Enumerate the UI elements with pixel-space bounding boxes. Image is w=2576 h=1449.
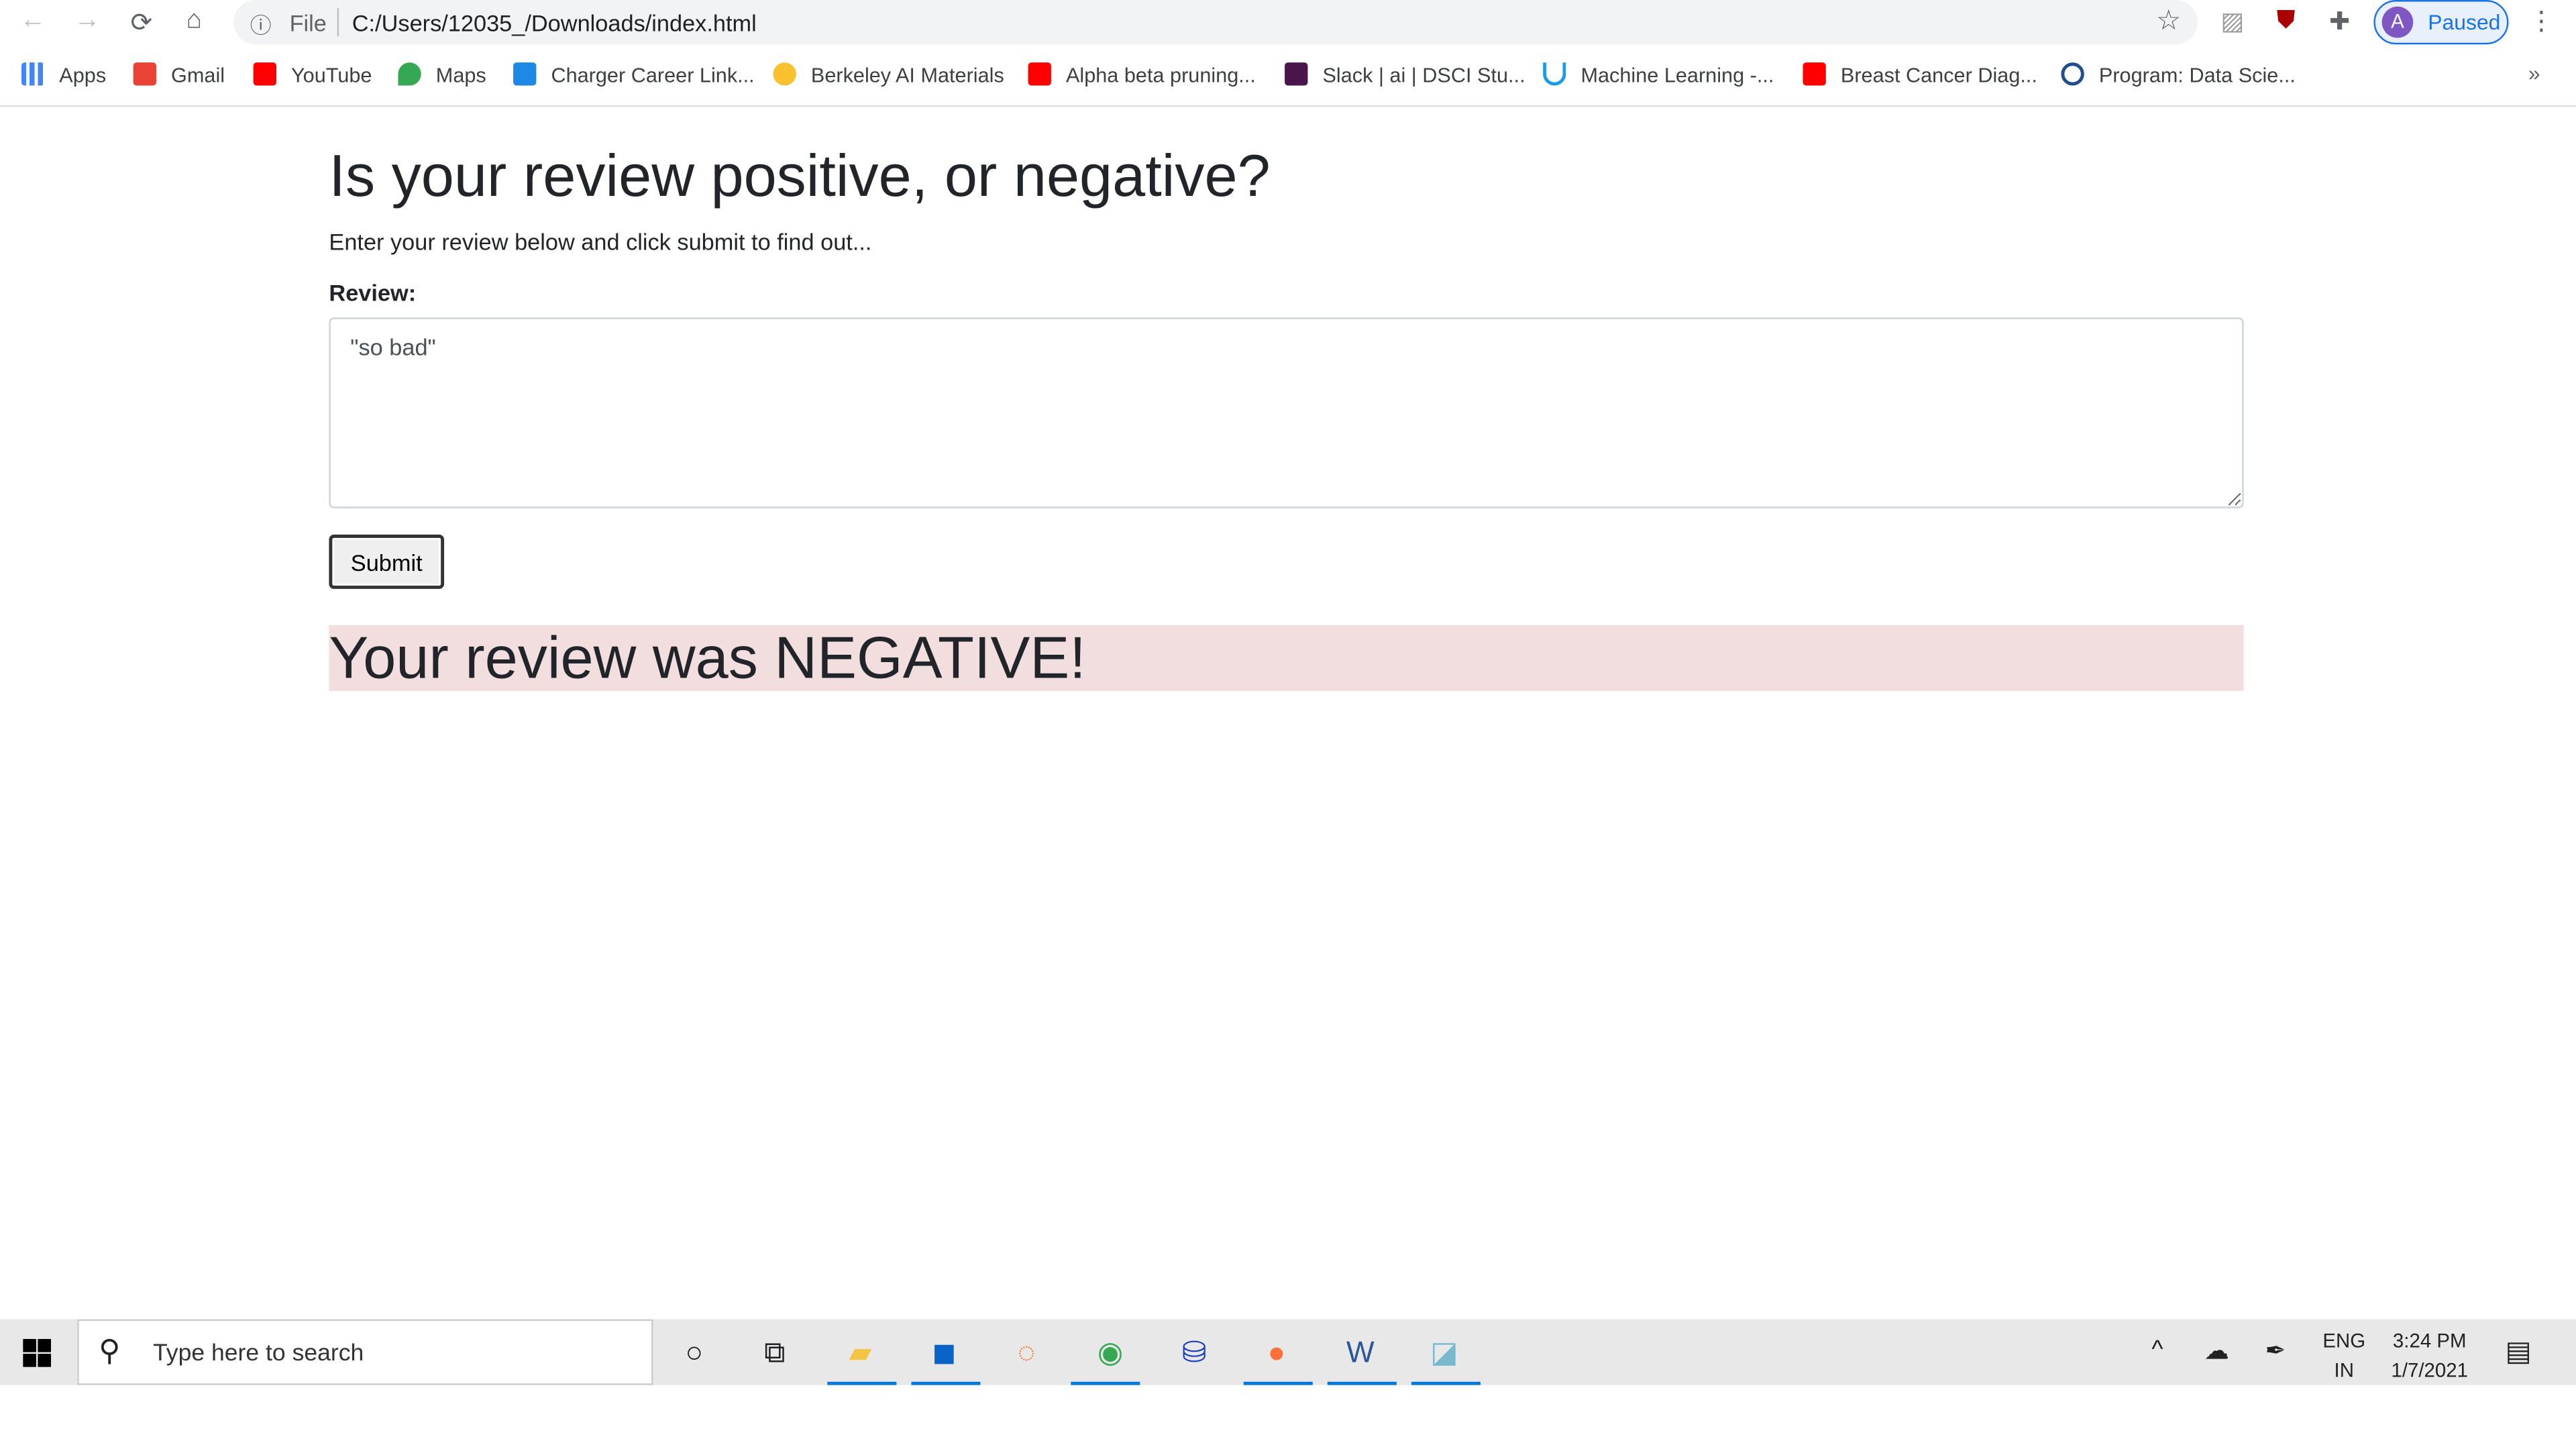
kebab-menu-icon[interactable]: ⋮ — [2528, 5, 2555, 38]
reload-icon[interactable]: ⟳ — [123, 7, 160, 40]
pacman-icon — [773, 62, 796, 86]
result-text: Your review was NEGATIVE! — [329, 623, 1086, 691]
running-indicator — [1327, 1381, 1397, 1385]
jupyter-icon[interactable]: ◌ — [1007, 1332, 1046, 1372]
running-indicator — [911, 1381, 981, 1385]
windows-start-icon[interactable] — [23, 1339, 52, 1367]
bookmark-label: Alpha beta pruning... — [1065, 64, 1256, 87]
network-app-icon[interactable]: ⛁ — [1175, 1332, 1214, 1372]
running-indicator — [1071, 1381, 1140, 1385]
bookmark-label: YouTube — [291, 64, 372, 87]
search-icon: ⚲ — [99, 1334, 121, 1367]
extensions-puzzle-icon[interactable]: ✚ — [2329, 7, 2350, 36]
date: 1/7/2021 — [2391, 1358, 2469, 1382]
bookmark-alpha-beta[interactable]: Alpha beta pruning... — [1028, 62, 1256, 87]
slack-icon — [1285, 62, 1308, 86]
youtube-icon — [1028, 62, 1051, 86]
browser-toolbar: ← → ⟳ ⌂ ⓘ File C:/Users/12035_/Downloads… — [0, 0, 2576, 46]
bookmark-label: Gmail — [171, 64, 225, 87]
bookmark-label: Charger Career Link... — [551, 64, 755, 87]
page-title: Is your review positive, or negative? — [329, 141, 1271, 209]
bookmark-breast-cancer[interactable]: Breast Cancer Diag... — [1803, 62, 2037, 87]
submit-button[interactable]: Submit — [329, 534, 445, 589]
forward-icon[interactable]: → — [69, 7, 105, 36]
bookmark-star-icon[interactable]: ☆ — [2156, 5, 2181, 38]
pen-icon[interactable]: ✒ — [2265, 1336, 2286, 1366]
file-explorer-icon[interactable]: ▰ — [841, 1332, 880, 1372]
review-input[interactable] — [329, 317, 2244, 508]
divider — [337, 8, 339, 36]
chrome-icon[interactable]: ◉ — [1091, 1332, 1130, 1372]
bookmarks-bar: Apps Gmail YouTube Maps Charger Career L… — [0, 56, 2576, 95]
youtube-icon — [1803, 62, 1826, 86]
gmail-icon — [133, 62, 156, 86]
word-icon[interactable]: W — [1340, 1332, 1380, 1372]
toolbar-divider — [0, 105, 2576, 107]
running-indicator — [1411, 1381, 1481, 1385]
bookmark-label: Apps — [59, 64, 107, 87]
bookmark-label: Program: Data Scie... — [2098, 64, 2296, 87]
clock[interactable]: 3:24 PM 1/7/2021 — [2382, 1326, 2477, 1385]
bookmark-youtube[interactable]: YouTube — [253, 62, 372, 87]
running-indicator — [1243, 1381, 1313, 1385]
home-icon[interactable]: ⌂ — [176, 7, 212, 36]
profile-status: Paused — [2428, 9, 2501, 35]
bookmark-slack[interactable]: Slack | ai | DSCI Stu... — [1285, 62, 1525, 87]
bookmark-apps[interactable]: Apps — [21, 62, 106, 87]
notepad-icon[interactable]: ◪ — [1425, 1332, 1464, 1372]
show-hidden-icons-chevron-icon[interactable]: ^ — [2151, 1336, 2163, 1364]
windows-taskbar: ⚲ Type here to search ○ ⧉ ▰ ◼ ◌ ◉ ⛁ ● W … — [0, 1319, 2576, 1385]
bookmark-gmail[interactable]: Gmail — [133, 62, 225, 87]
maps-pin-icon — [398, 62, 421, 86]
program-icon — [2061, 62, 2084, 86]
bookmark-label: Slack | ai | DSCI Stu... — [1322, 64, 1525, 87]
bookmark-label: Machine Learning -... — [1580, 64, 1774, 87]
onedrive-offline-icon[interactable]: ☁ — [2204, 1336, 2229, 1366]
bookmark-charger-career[interactable]: Charger Career Link... — [513, 62, 755, 87]
firefox-icon[interactable]: ● — [1256, 1332, 1296, 1372]
review-label: Review: — [329, 279, 417, 307]
youtube-icon — [253, 62, 276, 86]
back-icon[interactable]: ← — [15, 7, 51, 36]
bookmark-machine-learning[interactable]: Machine Learning -... — [1543, 62, 1774, 87]
bookmark-maps[interactable]: Maps — [398, 62, 486, 87]
time: 3:24 PM — [2392, 1329, 2467, 1352]
outlook-icon[interactable]: ◼ — [924, 1332, 964, 1372]
bookmark-label: Maps — [435, 64, 486, 87]
running-indicator — [827, 1381, 897, 1385]
task-view-icon[interactable]: ⧉ — [755, 1332, 795, 1372]
avatar: A — [2381, 6, 2414, 38]
notifications-icon[interactable]: ▤ — [2506, 1336, 2532, 1368]
page-subtitle: Enter your review below and click submit… — [329, 228, 872, 256]
charger-career-icon — [513, 62, 537, 86]
profile-button[interactable]: A Paused — [2373, 0, 2509, 45]
bookmark-label: Breast Cancer Diag... — [1840, 64, 2037, 87]
region: IN — [2334, 1358, 2354, 1382]
bookmark-program-data-science[interactable]: Program: Data Scie... — [2061, 62, 2296, 87]
result-banner: Your review was NEGATIVE! — [329, 623, 2244, 691]
bookmark-berkeley-ai[interactable]: Berkeley AI Materials — [773, 62, 1004, 87]
language-indicator[interactable]: ENG IN — [2319, 1326, 2369, 1385]
search-placeholder: Type here to search — [153, 1340, 364, 1367]
udemy-icon — [1543, 62, 1566, 86]
language: ENG — [2322, 1329, 2366, 1352]
pdf-extension-icon[interactable]: ▨ — [2220, 7, 2244, 36]
info-icon[interactable]: ⓘ — [250, 8, 272, 40]
cortana-icon[interactable]: ○ — [674, 1332, 714, 1372]
taskbar-search[interactable]: ⚲ Type here to search — [77, 1319, 653, 1385]
ublock-extension-icon[interactable]: ⛊ — [2277, 7, 2296, 35]
url-text[interactable]: C:/Users/12035_/Downloads/index.html — [352, 10, 757, 36]
more-bookmarks-icon[interactable]: » — [2528, 61, 2540, 86]
address-bar[interactable]: ⓘ File C:/Users/12035_/Downloads/index.h… — [233, 0, 2198, 45]
url-scheme-label: File — [289, 9, 327, 36]
apps-grid-icon — [21, 62, 45, 86]
bookmark-label: Berkeley AI Materials — [810, 64, 1004, 87]
